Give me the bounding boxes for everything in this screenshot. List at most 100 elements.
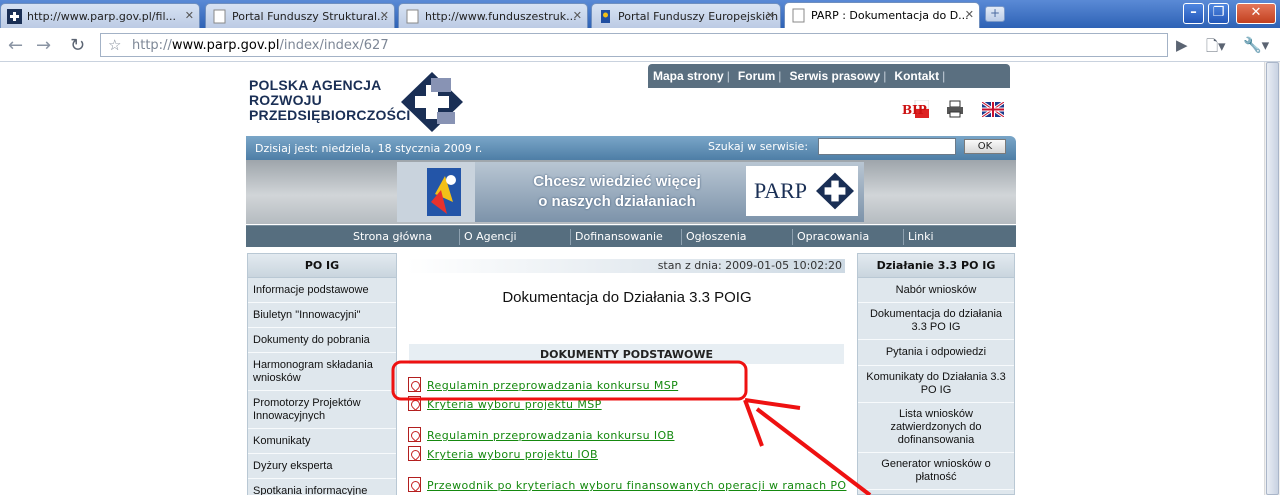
current-date-text: Dzisiaj jest: niedziela, 18 stycznia 200… xyxy=(255,142,483,155)
minimize-icon[interactable]: – xyxy=(1183,3,1204,24)
nav-dofinansowanie[interactable]: Dofinansowanie xyxy=(575,230,663,243)
top-link-contact[interactable]: Kontakt xyxy=(891,64,942,88)
sidebar-item-dyzury[interactable]: Dyżury eksperta xyxy=(248,454,396,479)
left-sidebar: PO IG Informacje podstawowe Biuletyn "In… xyxy=(247,253,397,495)
browser-tab-3[interactable]: http://www.funduszestruk... ✕ xyxy=(398,3,588,28)
search-ok-button[interactable]: OK xyxy=(964,139,1006,154)
sidebar-item-informacje[interactable]: Informacje podstawowe xyxy=(248,278,396,303)
pdf-icon xyxy=(408,427,421,442)
close-icon[interactable]: ✕ xyxy=(380,9,389,22)
forward-arrow-icon[interactable]: → xyxy=(36,35,51,56)
banner-area: Chcesz wiedzieć więcej o naszych działan… xyxy=(246,160,1016,224)
parp-logo-icon[interactable] xyxy=(401,72,463,132)
search-input[interactable] xyxy=(818,138,956,155)
top-link-press[interactable]: Serwis prasowy xyxy=(786,64,883,88)
sidebar-item-lista-wnioskow[interactable]: Lista wniosków zatwierdzonych do dofinan… xyxy=(858,403,1014,453)
close-icon[interactable]: ✕ xyxy=(965,8,974,21)
tab-title: http://www.funduszestruk... xyxy=(425,10,577,23)
left-sidebar-title: PO IG xyxy=(248,254,396,278)
back-arrow-icon[interactable]: ← xyxy=(8,35,23,56)
top-links-bar: Mapa strony | Forum | Serwis prasowy | Kont… xyxy=(648,64,1010,107)
tab-title: http://www.parp.gov.pl/fil... xyxy=(27,10,176,23)
parp-logo-text[interactable]: POLSKA AGENCJA ROZWOJU PRZEDSIĘBIORCZOŚC… xyxy=(249,78,411,123)
browser-tab-1[interactable]: http://www.parp.gov.pl/fil... ✕ xyxy=(0,3,200,28)
main-content: stan z dnia: 2009-01-05 10:02:20 Dokumen… xyxy=(403,253,851,495)
nav-strona-glowna[interactable]: Strona główna xyxy=(353,230,432,243)
svg-text:BIP: BIP xyxy=(902,103,927,117)
date-search-bar: Dzisiaj jest: niedziela, 18 stycznia 200… xyxy=(246,136,1016,160)
reload-icon[interactable]: ↻ xyxy=(70,35,85,56)
page-title: Dokumentacja do Działania 3.3 POIG xyxy=(502,289,752,306)
maximize-icon[interactable]: ❐ xyxy=(1208,3,1229,24)
doc-link-regulamin-msp[interactable]: Regulamin przeprowadzania konkursu MSP xyxy=(408,377,678,392)
pdf-icon xyxy=(408,377,421,392)
parp-banner[interactable]: Chcesz wiedzieć więcej o naszych działan… xyxy=(397,162,864,222)
sidebar-item-komunikaty[interactable]: Komunikaty xyxy=(248,429,396,454)
address-url[interactable]: http://www.parp.gov.pl/index/index/627 xyxy=(132,38,389,53)
sidebar-item-biuletyn[interactable]: Biuletyn "Innowacyjni" xyxy=(248,303,396,328)
sidebar-item-komunikaty-33[interactable]: Komunikaty do Działania 3.3 PO IG xyxy=(858,366,1014,403)
close-icon[interactable]: ✕ xyxy=(573,9,582,22)
search-label: Szukaj w serwisie: xyxy=(708,140,809,153)
browser-toolbar: ← → ↻ ☆ http://www.parp.gov.pl/index/ind… xyxy=(0,28,1280,62)
sidebar-item-promotorzy[interactable]: Promotorzy Projektów Innowacyjnych xyxy=(248,391,396,429)
nav-linki[interactable]: Linki xyxy=(908,230,934,243)
nav-o-agencji[interactable]: O Agencji xyxy=(464,230,517,243)
doc-link-regulamin-iob[interactable]: Regulamin przeprowadzania konkursu IOB xyxy=(408,427,675,442)
sidebar-item-generator[interactable]: Generator wniosków o płatność xyxy=(858,453,1014,490)
page-icon xyxy=(406,9,419,24)
banner-message: Chcesz wiedzieć więcej o naszych działan… xyxy=(533,173,701,210)
bookmark-star-icon[interactable]: ☆ xyxy=(108,36,121,54)
top-link-forum[interactable]: Forum xyxy=(735,64,778,88)
vertical-scrollbar[interactable] xyxy=(1264,62,1280,495)
tab-title: Portal Funduszy Europejskich xyxy=(618,10,779,23)
pdf-icon xyxy=(408,477,421,492)
sidebar-item-harmonogram[interactable]: Harmonogram składania wniosków xyxy=(248,353,396,391)
banner-parp-logo: PARP xyxy=(746,166,858,216)
doc-link-kryteria-msp[interactable]: Kryteria wyboru projektu MSP xyxy=(408,396,602,411)
section-heading: DOKUMENTY PODSTAWOWE xyxy=(409,344,844,364)
pdf-icon xyxy=(408,446,421,461)
main-navigation: Strona główna O Agencji Dofinansowanie O… xyxy=(246,225,1016,247)
address-bar[interactable]: ☆ http://www.parp.gov.pl/index/index/627 xyxy=(100,33,1168,57)
top-link-newsletter[interactable]: Newsletter xyxy=(648,88,715,112)
right-sidebar-title: Działanie 3.3 PO IG xyxy=(858,254,1014,278)
parp-favicon-icon xyxy=(7,9,22,24)
nav-ogloszenia[interactable]: Ogłoszenia xyxy=(686,230,747,243)
close-icon[interactable]: ✕ xyxy=(185,9,194,22)
close-icon[interactable]: ✕ xyxy=(766,9,775,22)
browser-tab-4[interactable]: Portal Funduszy Europejskich ✕ xyxy=(591,3,781,28)
eu-funds-favicon-icon xyxy=(601,10,610,23)
doc-link-przewodnik[interactable]: Przewodnik po kryteriach wyboru finansow… xyxy=(408,477,846,492)
english-flag-icon[interactable] xyxy=(982,102,1004,117)
bip-icon[interactable]: BIP xyxy=(901,100,929,118)
printer-icon[interactable] xyxy=(946,100,964,118)
page-icon xyxy=(213,9,226,24)
sidebar-item-dokumentacja[interactable]: Dokumentacja do działania 3.3 PO IG xyxy=(858,303,1014,340)
top-link-site-map[interactable]: Mapa strony xyxy=(648,64,727,88)
wrench-menu-icon[interactable]: 🔧▾ xyxy=(1243,36,1269,54)
page-menu-icon[interactable]: 🗋▾ xyxy=(1206,36,1226,61)
new-tab-button[interactable]: + xyxy=(985,6,1005,22)
web-page: POLSKA AGENCJA ROZWOJU PRZEDSIĘBIORCZOŚC… xyxy=(246,62,1016,495)
page-icon xyxy=(792,8,805,23)
sidebar-item-pytania[interactable]: Pytania i odpowiedzi xyxy=(858,340,1014,366)
tab-title: Portal Funduszy Struktural... xyxy=(232,10,388,23)
nav-opracowania[interactable]: Opracowania xyxy=(797,230,869,243)
scrollbar-thumb[interactable] xyxy=(1266,62,1279,495)
sidebar-item-nabor[interactable]: Nabór wniosków xyxy=(858,278,1014,303)
browser-tab-2[interactable]: Portal Funduszy Struktural... ✕ xyxy=(205,3,395,28)
close-window-icon[interactable]: ✕ xyxy=(1236,3,1276,24)
sidebar-item-spotkania[interactable]: Spotkania informacyjne xyxy=(248,479,396,495)
pdf-icon xyxy=(408,396,421,411)
browser-tab-active[interactable]: PARP : Dokumentacja do D... ✕ xyxy=(784,2,980,29)
browser-tab-strip: http://www.parp.gov.pl/fil... ✕ Portal F… xyxy=(0,0,1280,29)
doc-link-kryteria-iob[interactable]: Kryteria wyboru projektu IOB xyxy=(408,446,598,461)
innovative-economy-logo-icon xyxy=(397,162,475,222)
right-sidebar: Działanie 3.3 PO IG Nabór wniosków Dokum… xyxy=(857,253,1015,495)
sidebar-item-dokumenty[interactable]: Dokumenty do pobrania xyxy=(248,328,396,353)
last-updated-text: stan z dnia: 2009-01-05 10:02:20 xyxy=(407,259,845,273)
parp-mark-icon xyxy=(816,172,854,210)
go-arrow-icon[interactable]: ▶ xyxy=(1176,36,1188,54)
tab-title: PARP : Dokumentacja do D... xyxy=(811,9,969,22)
